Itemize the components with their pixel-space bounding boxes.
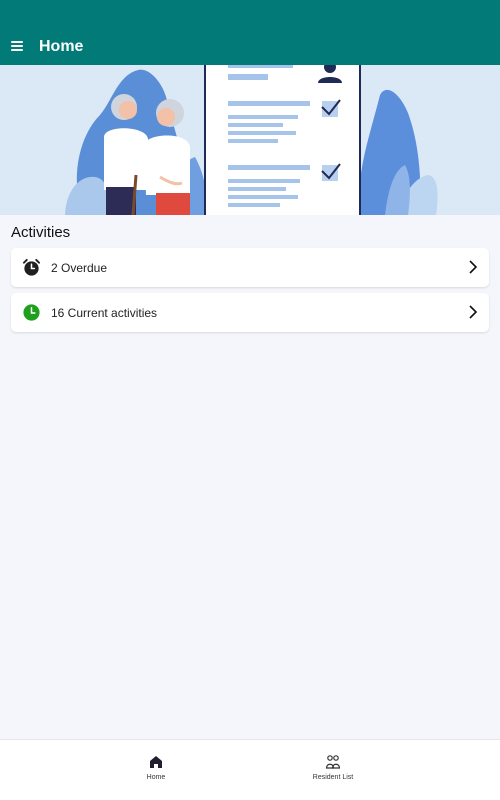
chevron-right-icon: [469, 305, 478, 319]
current-activities-card[interactable]: 16 Current activities: [11, 293, 489, 332]
alarm-clock-icon: [22, 258, 41, 276]
overdue-activities-card[interactable]: 2 Overdue: [11, 248, 489, 287]
activities-heading: Activities: [11, 224, 71, 241]
nav-label-resident-list: Resident List: [312, 774, 354, 781]
nav-item-home[interactable]: Home: [96, 740, 216, 800]
overdue-label: 2 Overdue: [51, 261, 108, 275]
nav-item-resident-list[interactable]: Resident List: [273, 740, 393, 800]
current-activities-label: 16 Current activities: [51, 306, 158, 320]
elderly-couple-checklist-illustration: [65, 65, 438, 215]
bottom-navigation: Home Resident List: [0, 739, 500, 800]
nav-label-home: Home: [146, 774, 166, 781]
home-icon: [150, 756, 162, 768]
hamburger-menu-icon[interactable]: [11, 40, 24, 52]
page-title: Home: [39, 38, 84, 55]
chevron-right-icon: [469, 260, 478, 274]
app-bar: Home: [0, 0, 500, 65]
clock-icon: [23, 304, 40, 321]
residents-icon: [325, 755, 341, 769]
hero-banner: [0, 65, 500, 215]
